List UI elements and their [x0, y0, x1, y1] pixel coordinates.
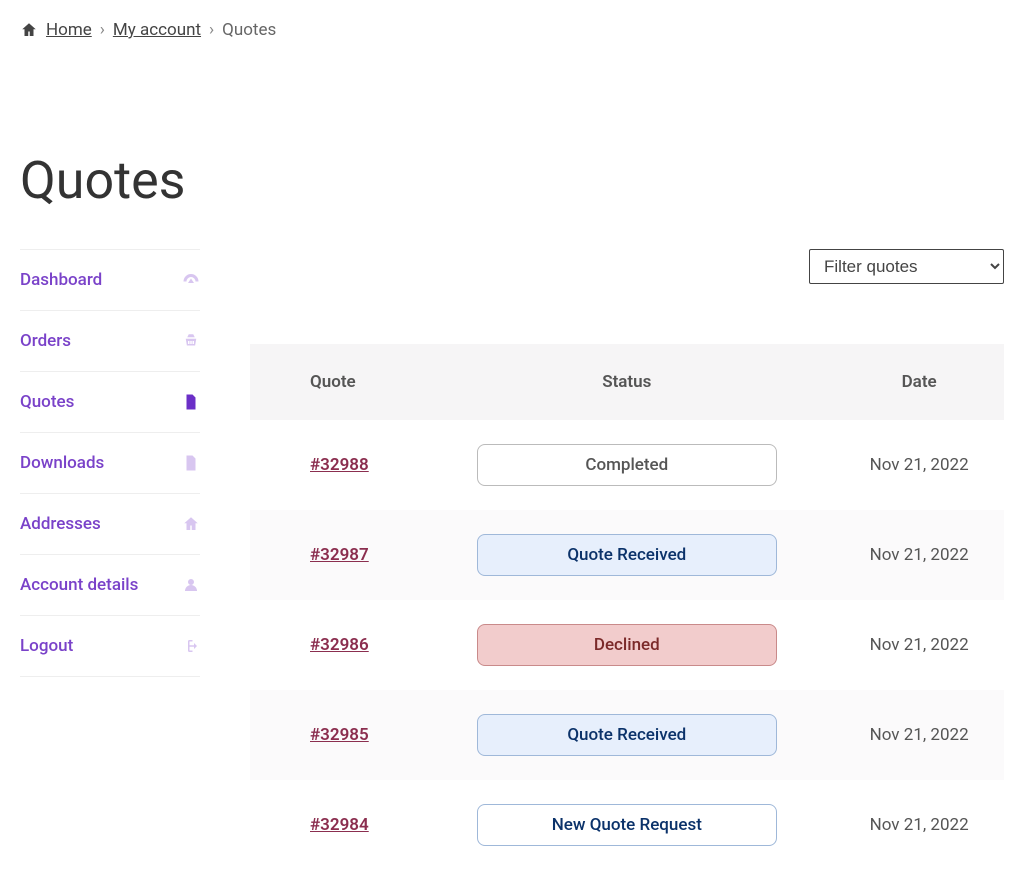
status-cell: New Quote Request [419, 780, 834, 870]
quote-id-cell: #32988 [250, 420, 419, 510]
sidebar-item-label: Logout [20, 636, 73, 656]
file-icon [182, 393, 200, 411]
quote-id-cell: #32985 [250, 690, 419, 780]
page-title: Quotes [20, 150, 1004, 211]
table-row: #32985 Quote Received Nov 21, 2022 [250, 690, 1004, 780]
user-icon [182, 576, 200, 594]
sidebar-item-quotes[interactable]: Quotes [20, 371, 200, 432]
status-badge: New Quote Request [477, 804, 777, 846]
logout-icon [182, 637, 200, 655]
sidebar: Dashboard Orders Quotes Downloads Addres… [20, 249, 200, 677]
status-cell: Completed [419, 420, 834, 510]
sidebar-item-dashboard[interactable]: Dashboard [20, 249, 200, 310]
col-quote: Quote [250, 344, 419, 420]
breadcrumb: Home › My account › Quotes [20, 20, 1004, 40]
filter-quotes-select[interactable]: Filter quotes [809, 249, 1004, 284]
quote-link[interactable]: #32988 [310, 455, 369, 475]
quote-id-cell: #32984 [250, 780, 419, 870]
breadcrumb-sep-icon: › [100, 20, 105, 40]
house-icon [182, 515, 200, 533]
home-icon [20, 21, 38, 39]
sidebar-item-logout[interactable]: Logout [20, 615, 200, 677]
sidebar-item-label: Dashboard [20, 270, 102, 290]
sidebar-item-label: Orders [20, 331, 71, 351]
date-cell: Nov 21, 2022 [834, 510, 1004, 600]
breadcrumb-account[interactable]: My account [113, 20, 201, 40]
status-badge: Declined [477, 624, 777, 666]
table-row: #32987 Quote Received Nov 21, 2022 [250, 510, 1004, 600]
table-row: #32988 Completed Nov 21, 2022 [250, 420, 1004, 510]
date-cell: Nov 21, 2022 [834, 780, 1004, 870]
status-cell: Quote Received [419, 690, 834, 780]
quote-link[interactable]: #32987 [310, 545, 369, 565]
table-row: #32986 Declined Nov 21, 2022 [250, 600, 1004, 690]
status-badge: Completed [477, 444, 777, 486]
basket-icon [182, 332, 200, 350]
quote-link[interactable]: #32984 [310, 815, 369, 835]
breadcrumb-home[interactable]: Home [46, 20, 92, 40]
quote-id-cell: #32987 [250, 510, 419, 600]
sidebar-item-label: Addresses [20, 514, 101, 534]
date-cell: Nov 21, 2022 [834, 420, 1004, 510]
status-badge: Quote Received [477, 534, 777, 576]
breadcrumb-sep-icon: › [209, 20, 214, 40]
gauge-icon [182, 271, 200, 289]
sidebar-item-addresses[interactable]: Addresses [20, 493, 200, 554]
date-cell: Nov 21, 2022 [834, 600, 1004, 690]
quote-link[interactable]: #32985 [310, 725, 369, 745]
sidebar-item-label: Account details [20, 575, 138, 595]
main-content: Filter quotes Quote Status Date #32988 Co… [250, 249, 1004, 870]
table-row: #32984 New Quote Request Nov 21, 2022 [250, 780, 1004, 870]
status-cell: Declined [419, 600, 834, 690]
quote-id-cell: #32986 [250, 600, 419, 690]
sidebar-item-label: Downloads [20, 453, 104, 473]
sidebar-item-orders[interactable]: Orders [20, 310, 200, 371]
col-status: Status [419, 344, 834, 420]
download-file-icon [182, 454, 200, 472]
quotes-table: Quote Status Date #32988 Completed Nov 21,… [250, 344, 1004, 870]
quote-link[interactable]: #32986 [310, 635, 369, 655]
sidebar-item-label: Quotes [20, 392, 74, 412]
status-badge: Quote Received [477, 714, 777, 756]
sidebar-item-account-details[interactable]: Account details [20, 554, 200, 615]
breadcrumb-current: Quotes [222, 20, 276, 40]
date-cell: Nov 21, 2022 [834, 690, 1004, 780]
col-date: Date [834, 344, 1004, 420]
status-cell: Quote Received [419, 510, 834, 600]
filter-row: Filter quotes [250, 249, 1004, 284]
sidebar-item-downloads[interactable]: Downloads [20, 432, 200, 493]
